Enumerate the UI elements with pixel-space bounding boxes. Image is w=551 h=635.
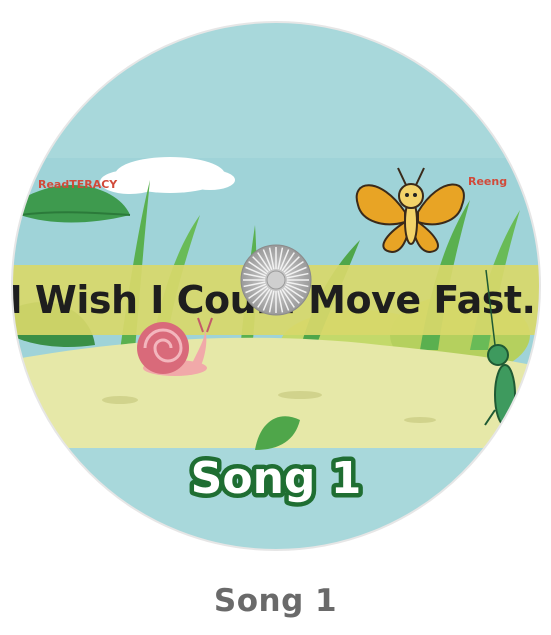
publisher-logo-right: Reeng: [468, 175, 507, 188]
snail-illustration: [137, 317, 213, 376]
disc-song-label: Song 1: [191, 453, 362, 504]
disc-hub: [240, 244, 312, 316]
song-caption[interactable]: Song 1: [0, 583, 551, 619]
song-disc[interactable]: I Wish I Could Move Fast. ReadTERACY Ree…: [0, 0, 551, 560]
publisher-logo-left: ReadTERACY: [38, 178, 118, 191]
